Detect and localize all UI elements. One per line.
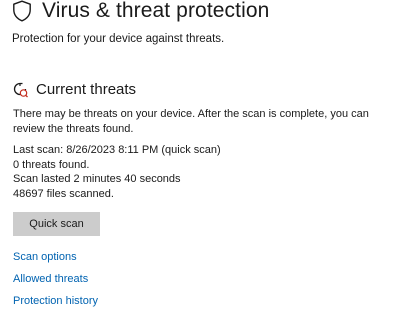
scan-info: Last scan: 8/26/2023 8:11 PM (quick scan… [13, 143, 221, 201]
threats-description: There may be threats on your device. Aft… [13, 108, 369, 135]
allowed-threats-link[interactable]: Allowed threats [13, 273, 88, 285]
protection-history-link[interactable]: Protection history [13, 295, 98, 307]
quick-scan-button[interactable]: Quick scan [13, 212, 100, 236]
last-scan-text: Last scan: 8/26/2023 8:11 PM (quick scan… [13, 144, 221, 156]
current-threats-header: Current threats [13, 81, 136, 98]
files-scanned-text: 48697 files scanned. [13, 187, 114, 200]
page-title: Virus & threat protection [42, 0, 270, 22]
page-subtitle: Protection for your device against threa… [12, 33, 225, 45]
virus-scan-icon [13, 82, 28, 98]
scan-options-link[interactable]: Scan options [13, 251, 77, 263]
scan-duration-text: Scan lasted 2 minutes 40 seconds [13, 173, 181, 185]
page-header: Virus & threat protection [12, 0, 269, 22]
shield-icon [12, 0, 32, 22]
threats-found-text: 0 threats found. [13, 158, 90, 171]
current-threats-title: Current threats [36, 81, 137, 98]
